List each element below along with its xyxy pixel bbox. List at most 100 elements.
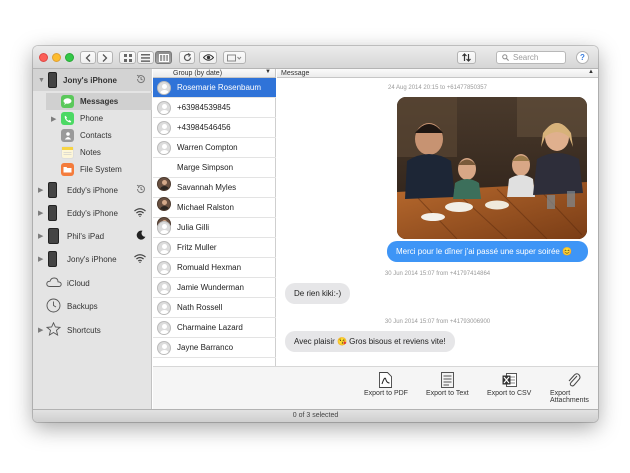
search-field[interactable]: Search [496,51,566,64]
chevron-right-icon [102,53,108,62]
pdf-icon [376,371,396,388]
sidebar-item-backups[interactable]: Backups [33,295,152,317]
conversation-item[interactable]: Warren Compton [153,138,276,158]
conversation-item[interactable]: Romuald Hexman [153,258,276,278]
avatar [157,280,171,295]
sidebar-device-eddys-iphone-2[interactable]: ▶ Eddy's iPhone [33,202,152,224]
column-header-label: Message [281,69,310,77]
disclosure-closed-icon[interactable]: ▶ [38,326,43,334]
export-text-button[interactable]: Export to Text [426,371,469,397]
sidebar-device-eddys-iphone[interactable]: ▶ Eddy's iPhone [33,179,152,201]
avatar [157,220,171,235]
close-window-button[interactable] [39,53,48,62]
conversation-name: Charmaine Lazard [177,323,243,332]
chevron-left-icon [85,53,91,62]
chevron-up-icon: ▲ [588,69,594,75]
sidebar-device-phils-ipad[interactable]: ▶ Phil's iPad [33,225,152,247]
export-label: Export to CSV [487,390,532,397]
search-icon [502,54,509,61]
file-system-icon [61,163,74,176]
conversation-name: Nath Rossell [177,303,223,312]
export-pdf-button[interactable]: Export to PDF [364,371,408,397]
conversation-item[interactable]: Julia Gilli [153,218,276,238]
conversation-name: Savannah Myles [177,183,237,192]
list-view-button[interactable] [137,51,154,64]
export-csv-button[interactable]: Export to CSV [487,371,531,397]
device-name: Jony's iPhone [67,254,117,264]
avatar [157,320,171,335]
refresh-button[interactable] [179,51,195,64]
share-menu-icon [227,54,242,61]
conversation-item[interactable]: Rosemarie Rosenbaum [153,78,276,98]
zoom-window-button[interactable] [65,53,74,62]
status-bar: 0 of 3 selected [33,409,598,422]
refresh-icon [183,53,191,62]
conversation-name: Marge Simpson [177,163,234,172]
wifi-icon [134,207,146,219]
conversation-item[interactable]: +43984546456 [153,118,276,138]
app-window: Search ? ▼ Jony's iPhone Messages ▶ Phon… [33,46,598,422]
conversation-item[interactable]: Charmaine Lazard [153,318,276,338]
action-menu-button[interactable] [223,51,246,64]
sidebar-item-contacts[interactable]: Contacts [46,127,152,144]
conversation-name: Jamie Wunderman [177,283,244,292]
incoming-message-bubble[interactable]: De rien kiki:-) [285,283,351,304]
device-name: Jony's iPhone [63,75,117,85]
disclosure-closed-icon[interactable]: ▶ [38,209,43,217]
column-view-button[interactable] [155,51,172,64]
message-timestamp: 30 Jun 2014 15:07 from +41797414864 [384,271,491,277]
conversation-item[interactable]: Fritz Muller [153,238,276,258]
disclosure-closed-icon[interactable]: ▶ [38,186,43,194]
sidebar-item-messages[interactable]: Messages [46,93,152,110]
group-column-header[interactable]: Group (by date) ▼ [153,69,276,78]
ipad-icon [48,228,59,244]
export-attachments-button[interactable]: Export Attachments [550,371,598,404]
icon-view-button[interactable] [119,51,136,64]
sort-button[interactable] [457,51,476,64]
sort-arrows-icon [462,53,471,62]
conversation-item[interactable]: Jamie Wunderman [153,278,276,298]
toolbar: Search ? [33,46,598,69]
help-button[interactable]: ? [576,51,589,64]
conversation-name: Michael Ralston [177,203,234,212]
forward-button[interactable] [97,51,113,64]
disclosure-closed-icon[interactable]: ▶ [38,255,43,263]
outgoing-message-bubble[interactable]: Merci pour le dîner j'ai passé une super… [387,241,588,262]
message-column-header[interactable]: Message ▲ [277,69,598,78]
disclosure-open-icon[interactable]: ▼ [38,77,45,84]
conversation-name: Romuald Hexman [177,263,242,272]
avatar [157,240,171,255]
iphone-icon [48,182,57,198]
selection-status: 0 of 3 selected [292,412,339,419]
sidebar-item-notes[interactable]: Notes [46,144,152,161]
disclosure-closed-icon[interactable]: ▶ [51,115,56,123]
conversation-name: Warren Compton [177,143,238,152]
device-name: Eddy's iPhone [67,208,118,218]
sidebar-item-label: File System [80,165,122,174]
back-button[interactable] [80,51,96,64]
sidebar-item-shortcuts[interactable]: ▶ Shortcuts [33,319,152,341]
message-photo-attachment[interactable] [397,97,587,239]
sidebar-device-jonys-iphone-2[interactable]: ▶ Jony's iPhone [33,248,152,270]
export-label: Export to PDF [364,390,408,397]
conversation-item[interactable]: Marge Simpson [153,158,276,191]
conversation-item[interactable]: Jayne Barranco [153,338,276,358]
contacts-icon [61,129,74,142]
conversation-name: Fritz Muller [177,243,217,252]
conversation-item[interactable]: Nath Rossell [153,298,276,318]
chevron-down-icon: ▼ [265,69,271,75]
disclosure-closed-icon[interactable]: ▶ [38,232,43,240]
conversation-item[interactable]: +63984539845 [153,98,276,118]
minimize-window-button[interactable] [52,53,61,62]
eye-icon [202,54,214,61]
preview-button[interactable] [199,51,217,64]
avatar [157,100,171,115]
conversation-item[interactable]: Savannah Myles [153,178,276,211]
incoming-message-bubble[interactable]: Avec plaisir 😘 Gros bisous et reviens vi… [285,331,455,352]
avatar [157,120,171,135]
conversation-item[interactable]: Michael Ralston [153,198,276,231]
sidebar-item-file-system[interactable]: File System [46,161,152,178]
sidebar-item-icloud[interactable]: iCloud [33,272,152,294]
sidebar-device-jonys-iphone[interactable]: ▼ Jony's iPhone [33,69,152,91]
sidebar-item-phone[interactable]: ▶ Phone [46,110,152,127]
